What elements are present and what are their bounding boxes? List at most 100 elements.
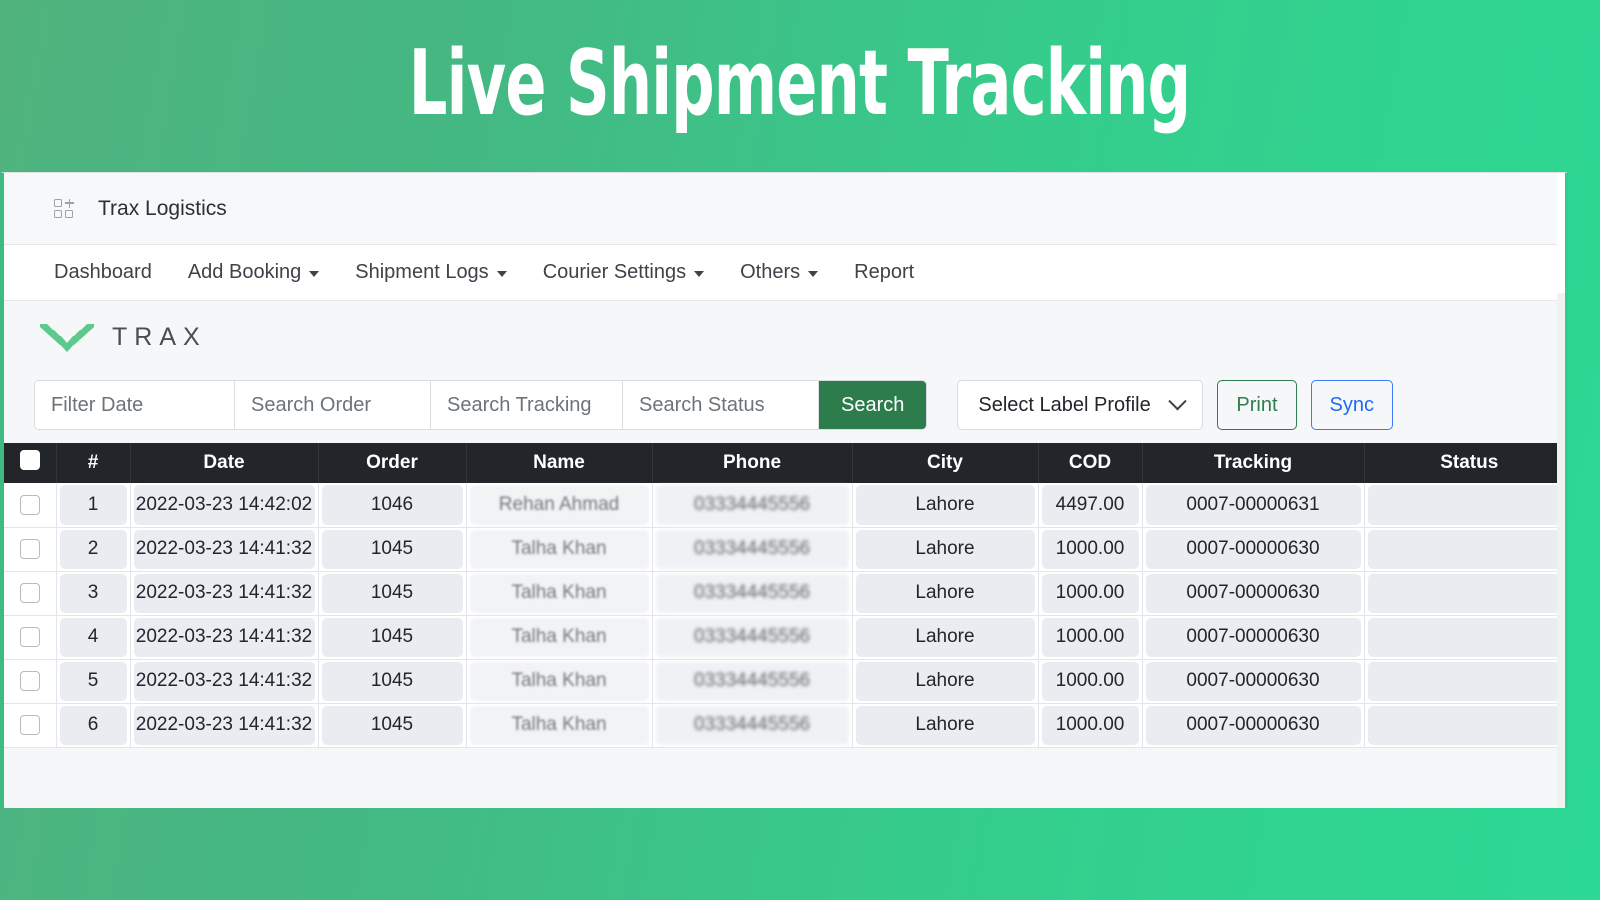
row-cell-tracking-value: 0007-00000630	[1145, 661, 1361, 701]
page-title: Live Shipment Tracking	[409, 31, 1191, 137]
chevron-down-icon	[808, 271, 819, 277]
row-select-cell	[4, 483, 57, 528]
row-cell-number-value: 6	[59, 705, 127, 745]
chevron-down-icon	[694, 271, 705, 277]
row-select-checkbox[interactable]	[19, 494, 40, 515]
nav-label: Courier Settings	[542, 261, 687, 283]
row-cell-name-value: Talha Khan	[469, 661, 649, 701]
row-cell-order-value: 1046	[321, 485, 463, 525]
table-header-row: # Date Order Name Phone City COD Trackin…	[4, 443, 1565, 483]
row-cell-date: 2022-03-23 14:41:32	[130, 571, 319, 616]
column-header-name[interactable]: Name	[466, 443, 653, 483]
row-cell-cod-value: 1000.00	[1041, 617, 1139, 657]
table-row[interactable]: 1 2022-03-23 14:42:02 1046 Rehan Ahmad 03334…	[4, 483, 1565, 528]
row-cell-cod: 1000.00	[1038, 615, 1143, 660]
row-cell-tracking-value: 0007-00000630	[1145, 705, 1361, 745]
vertical-scrollbar-thumb[interactable]	[1557, 173, 1565, 293]
row-cell-phone: 03334445556	[652, 659, 853, 704]
row-cell-status-value	[1367, 661, 1565, 701]
table-row[interactable]: 4 2022-03-23 14:41:32 1045 Talha Khan 033344…	[4, 615, 1565, 660]
column-header-phone[interactable]: Phone	[652, 443, 853, 483]
row-select-checkbox[interactable]	[19, 671, 40, 691]
row-cell-tracking-value: 0007-00000630	[1145, 573, 1361, 613]
shipments-table-container: # Date Order Name Phone City COD Trackin…	[4, 443, 1565, 748]
row-cell-status-value	[1367, 705, 1565, 745]
select-all-checkbox[interactable]	[19, 450, 40, 470]
filter-date-input[interactable]: Filter Date	[35, 381, 235, 429]
row-cell-name: Talha Khan	[466, 659, 653, 704]
vertical-scrollbar-track[interactable]	[1557, 173, 1565, 808]
row-cell-status	[1364, 659, 1565, 704]
row-select-checkbox[interactable]	[19, 539, 40, 559]
row-cell-date-value: 2022-03-23 14:41:32	[133, 573, 315, 613]
brand-header: TRAX	[4, 301, 1565, 373]
table-row[interactable]: 6 2022-03-23 14:41:32 1045 Talha Khan 033344…	[4, 703, 1565, 748]
row-cell-number-value: 1	[59, 485, 127, 525]
nav-label: Shipment Logs	[355, 261, 489, 283]
row-cell-city-value: Lahore	[855, 485, 1035, 525]
column-header-city[interactable]: City	[852, 443, 1039, 483]
nav-label: Add Booking	[187, 261, 302, 283]
nav-label: Others	[740, 261, 801, 283]
column-header-number[interactable]: #	[56, 443, 131, 483]
row-cell-name-value: Talha Khan	[469, 705, 649, 745]
row-cell-tracking: 0007-00000630	[1142, 659, 1365, 704]
row-cell-order: 1045	[318, 571, 467, 616]
label-profile-select[interactable]: Select Label Profile	[957, 380, 1204, 430]
search-field-group: Filter Date Search Order Search Tracking…	[34, 380, 928, 430]
row-cell-phone-value: 03334445556	[655, 705, 849, 745]
nav-item-courier-settings[interactable]: Courier Settings	[525, 255, 722, 290]
row-cell-cod-value: 1000.00	[1041, 705, 1139, 745]
row-select-checkbox[interactable]	[19, 583, 40, 603]
row-cell-tracking: 0007-00000630	[1142, 615, 1365, 660]
row-cell-cod: 4497.00	[1038, 483, 1143, 528]
row-cell-number: 5	[56, 659, 131, 704]
row-select-checkbox[interactable]	[19, 627, 40, 647]
search-button[interactable]: Search	[819, 381, 927, 429]
row-cell-tracking: 0007-00000631	[1142, 483, 1365, 528]
row-cell-cod-value: 1000.00	[1041, 661, 1139, 701]
column-header-cod[interactable]: COD	[1038, 443, 1143, 483]
nav-item-shipment-logs[interactable]: Shipment Logs	[337, 255, 524, 290]
nav-label: Dashboard	[54, 261, 152, 283]
row-cell-date: 2022-03-23 14:41:32	[130, 615, 319, 660]
row-cell-number: 4	[56, 615, 131, 660]
row-cell-date-value: 2022-03-23 14:42:02	[133, 485, 315, 525]
chevron-down-icon	[496, 271, 507, 277]
table-row[interactable]: 3 2022-03-23 14:41:32 1045 Talha Khan 033344…	[4, 571, 1565, 616]
nav-item-dashboard[interactable]: Dashboard	[36, 255, 170, 290]
select-all-header	[4, 443, 57, 483]
main-navigation: Dashboard Add Booking Shipment Logs Cour…	[4, 245, 1565, 301]
row-cell-tracking: 0007-00000630	[1142, 571, 1365, 616]
search-tracking-input[interactable]: Search Tracking	[431, 381, 623, 429]
nav-item-report[interactable]: Report	[836, 255, 932, 290]
row-cell-city: Lahore	[852, 659, 1039, 704]
row-cell-status	[1364, 703, 1565, 748]
row-cell-phone-value: 03334445556	[655, 485, 849, 525]
row-cell-status-value	[1367, 617, 1565, 657]
row-cell-phone-value: 03334445556	[655, 661, 849, 701]
print-button[interactable]: Print	[1217, 380, 1297, 430]
row-cell-date-value: 2022-03-23 14:41:32	[133, 661, 315, 701]
row-cell-status-value	[1367, 529, 1565, 569]
column-header-tracking[interactable]: Tracking	[1142, 443, 1365, 483]
search-status-input[interactable]: Search Status	[623, 381, 819, 429]
nav-item-add-booking[interactable]: Add Booking	[170, 255, 337, 290]
column-header-date[interactable]: Date	[130, 443, 319, 483]
row-cell-tracking-value: 0007-00000630	[1145, 529, 1361, 569]
sync-button[interactable]: Sync	[1310, 380, 1393, 430]
nav-item-others[interactable]: Others	[722, 255, 836, 290]
row-cell-phone: 03334445556	[652, 483, 853, 528]
column-header-status[interactable]: Status	[1364, 443, 1565, 483]
column-header-order[interactable]: Order	[318, 443, 467, 483]
row-cell-name-value: Rehan Ahmad	[469, 485, 649, 525]
row-cell-name: Talha Khan	[466, 615, 653, 660]
table-row[interactable]: 2 2022-03-23 14:41:32 1045 Talha Khan 033344…	[4, 527, 1565, 572]
row-cell-name: Rehan Ahmad	[466, 483, 653, 528]
table-row[interactable]: 5 2022-03-23 14:41:32 1045 Talha Khan 033344…	[4, 659, 1565, 704]
row-select-checkbox[interactable]	[19, 715, 40, 735]
row-cell-cod: 1000.00	[1038, 571, 1143, 616]
search-order-input[interactable]: Search Order	[235, 381, 431, 429]
row-cell-status	[1364, 571, 1565, 616]
row-cell-cod-value: 1000.00	[1041, 529, 1139, 569]
